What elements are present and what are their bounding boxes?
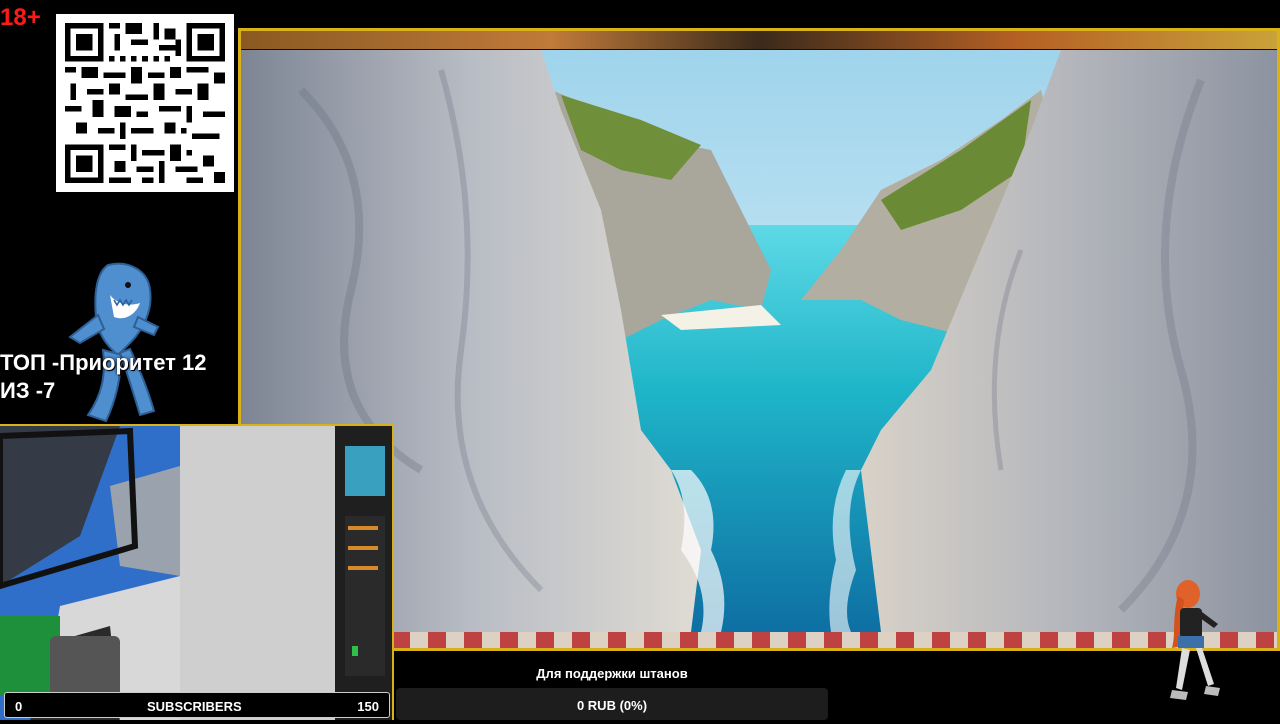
subscribers-current: 0 bbox=[15, 699, 23, 714]
donation-progress-text: 0 RUB (0%) bbox=[576, 698, 648, 713]
main-video-scene bbox=[241, 50, 1277, 632]
webcam-scene bbox=[0, 426, 392, 720]
subscribers-label: SUBSCRIBERS bbox=[147, 699, 242, 714]
qr-code-icon bbox=[65, 23, 225, 183]
webcam-feed bbox=[0, 424, 394, 720]
donation-goal-title: Для поддержки штанов bbox=[536, 666, 688, 681]
priority-text: ТОП -Приоритет 12 bbox=[0, 350, 207, 375]
age-rating-badge: 18+ bbox=[0, 4, 41, 31]
qr-code[interactable] bbox=[56, 14, 234, 192]
frame-bottom-border bbox=[392, 632, 1277, 648]
dancing-girl-icon bbox=[1170, 580, 1220, 700]
donation-progress-bar: 0 RUB (0%) bbox=[396, 688, 828, 720]
frame-top-border bbox=[241, 31, 1277, 49]
subscribers-goal-bar: 0 SUBSCRIBERS 150 bbox=[4, 692, 390, 718]
queue-text: ИЗ -7 bbox=[0, 378, 56, 403]
subscribers-goal: 150 bbox=[357, 699, 379, 714]
